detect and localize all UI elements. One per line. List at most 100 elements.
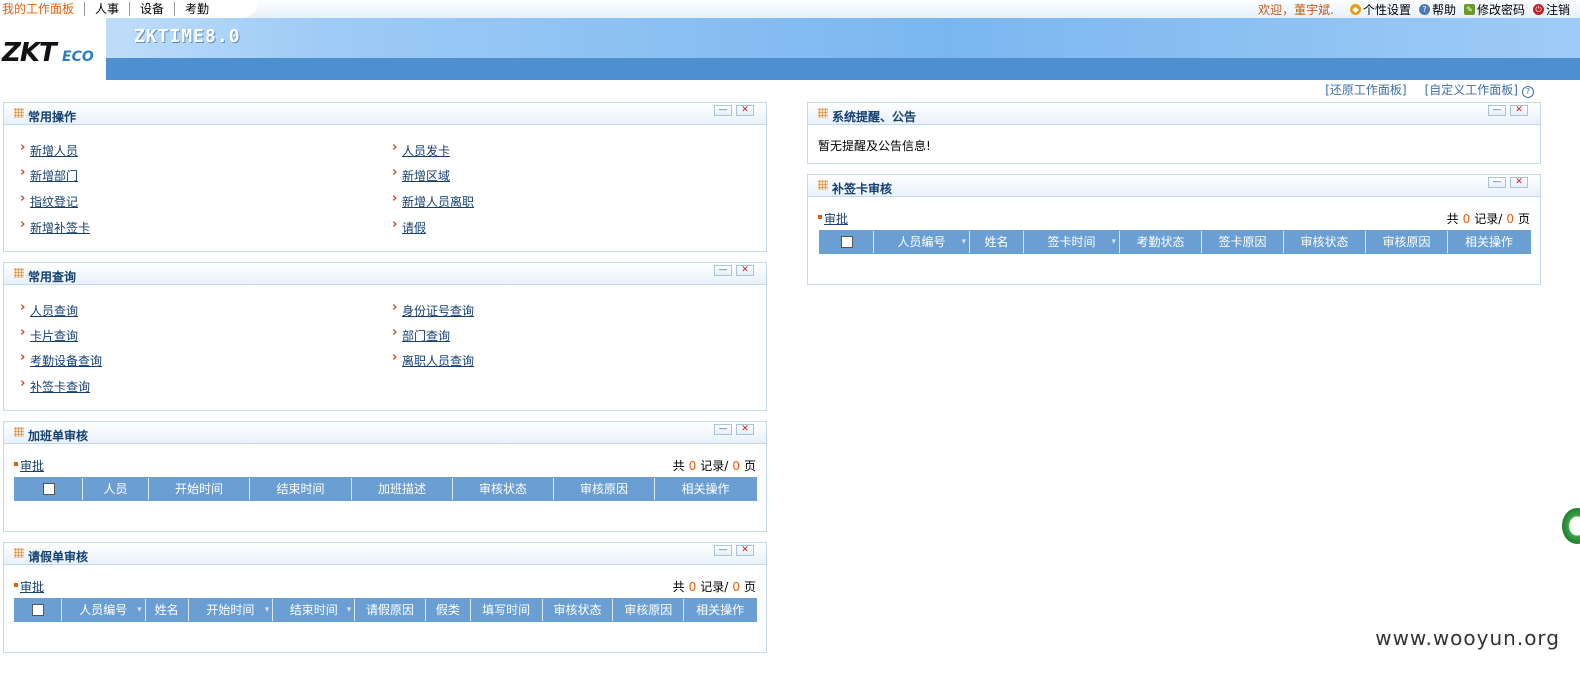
box-header: 补签卡审核 — ✕ [808,175,1540,197]
help-link[interactable]: ? 帮助 [1418,1,1456,18]
close-icon[interactable]: ✕ [1510,177,1528,188]
close-icon[interactable]: ✕ [736,424,754,435]
col-name[interactable]: 姓名 [146,599,189,621]
link-add-area[interactable]: 新增区域 [392,165,450,184]
box-header: 加班单审核 — ✕ [4,422,766,444]
user-bar: 欢迎，董宇斌. ◆ 个性设置 ? 帮助 ✎ 修改密码 ⏻ 注销 [1258,1,1570,18]
approve-link[interactable]: 审批 [14,457,44,474]
link-fingerprint-register[interactable]: 指纹登记 [20,191,78,210]
close-icon[interactable]: ✕ [736,545,754,556]
link-person-query[interactable]: 人员查询 [20,300,78,319]
close-icon[interactable]: ✕ [736,105,754,116]
floating-widget[interactable] [1562,508,1580,544]
overtime-review-box: 加班单审核 — ✕ 审批 共 0 记录/0 页 人员 开始时间 结束时间 加班描述 审… [3,421,767,532]
link-card-query[interactable]: 卡片查询 [20,325,78,344]
col-leave-reason[interactable]: 请假原因 [355,599,426,621]
col-leave-type[interactable]: 假类 [426,599,471,621]
common-queries-box: 常用查询 — ✕ 人员查询 卡片查询 考勤设备查询 补签卡查询 身份证号查询 部… [3,262,767,411]
notice-text: 暂无提醒及公告信息! [818,139,931,153]
select-all-checkbox[interactable] [31,603,44,616]
change-password-link[interactable]: ✎ 修改密码 [1463,1,1525,18]
col-start-time[interactable]: 开始时间 [149,478,250,500]
col-actions[interactable]: 相关操作 [684,599,756,621]
col-person-no[interactable]: 人员编号 [62,599,146,621]
link-add-person[interactable]: 新增人员 [20,140,78,159]
minimize-icon[interactable]: — [714,545,732,556]
select-all-cell [820,231,874,253]
key-icon: ◆ [1349,4,1361,15]
help-icon[interactable]: ? [1522,86,1534,98]
col-review-reason[interactable]: 审核原因 [613,599,685,621]
col-start-time[interactable]: 开始时间 [189,599,274,621]
box-title: 系统提醒、公告 [832,110,917,124]
logo: ZKT [2,38,57,68]
logout-icon: ⏻ [1532,4,1544,15]
minimize-icon[interactable]: — [714,105,732,116]
link-resigned-query[interactable]: 离职人员查询 [392,350,474,369]
panel-links: [还原工作面板] [自定义工作面板]? [1325,81,1534,98]
logo-sub: ECO [62,49,94,65]
welcome-text: 欢迎，董宇斌. [1258,3,1334,17]
col-fill-time[interactable]: 填写时间 [471,599,543,621]
approve-link[interactable]: 审批 [14,578,44,595]
close-icon[interactable]: ✕ [1510,105,1528,116]
menu-my-panel[interactable]: 我的工作面板 [0,2,86,16]
col-review-status[interactable]: 审核状态 [1284,231,1366,253]
select-all-checkbox[interactable] [42,482,55,495]
col-attendance-status[interactable]: 考勤状态 [1120,231,1202,253]
link-device-query[interactable]: 考勤设备查询 [20,350,102,369]
select-all-cell [15,478,83,500]
col-end-time[interactable]: 结束时间 [250,478,352,500]
col-actions[interactable]: 相关操作 [655,478,756,500]
col-end-time[interactable]: 结束时间 [273,599,356,621]
link-issue-card[interactable]: 人员发卡 [392,140,450,159]
minimize-icon[interactable]: — [1488,105,1506,116]
close-icon[interactable]: ✕ [736,265,754,276]
menu-attendance[interactable]: 考勤 [175,2,219,16]
box-title: 常用查询 [28,270,77,284]
col-actions[interactable]: 相关操作 [1448,231,1530,253]
grip-icon [14,548,24,558]
resign-card-review-box: 补签卡审核 — ✕ 审批 共0记录/0页 人员编号 姓名 签卡时间 考勤状态 签… [807,174,1541,285]
logout-link[interactable]: ⏻ 注销 [1532,1,1570,18]
col-sign-reason[interactable]: 签卡原因 [1202,231,1284,253]
pager-info: 共 0 记录/0 页 [1446,212,1530,226]
approve-link[interactable]: 审批 [818,210,848,227]
link-add-department[interactable]: 新增部门 [20,165,78,184]
col-review-reason[interactable]: 审核原因 [1366,231,1448,253]
restore-panel-link[interactable]: [还原工作面板] [1325,81,1406,98]
col-person-no[interactable]: 人员编号 [874,231,970,253]
link-resign-card-query[interactable]: 补签卡查询 [20,376,90,395]
col-review-status[interactable]: 审核状态 [543,599,614,621]
col-sign-time[interactable]: 签卡时间 [1024,231,1120,253]
product-name: ZKTIME8.0 [134,26,241,47]
link-leave[interactable]: 请假 [392,217,426,236]
app-header: 我的工作面板 人事 设备 考勤 ZKT ECO ZKTIME8.0 欢迎，董宇斌… [0,0,1580,92]
link-add-resignation[interactable]: 新增人员离职 [392,191,474,210]
leave-grid-header: 人员编号 姓名 开始时间 结束时间 请假原因 假类 填写时间 审核状态 审核原因… [14,598,757,622]
pager-info: 共 0 记录/0 页 [672,580,756,594]
menu-personnel[interactable]: 人事 [85,2,131,16]
common-operations-box: 常用操作 — ✕ 新增人员 新增部门 指纹登记 新增补签卡 人员发卡 新增区域 … [3,102,767,252]
resign-grid-header: 人员编号 姓名 签卡时间 考勤状态 签卡原因 审核状态 审核原因 相关操作 [819,230,1531,254]
menu-device[interactable]: 设备 [130,2,176,16]
custom-panel-link[interactable]: [自定义工作面板]? [1425,81,1534,98]
minimize-icon[interactable]: — [1488,177,1506,188]
select-all-checkbox[interactable] [840,235,853,248]
minimize-icon[interactable]: — [714,424,732,435]
grip-icon [818,180,828,190]
col-review-reason[interactable]: 审核原因 [554,478,655,500]
link-department-query[interactable]: 部门查询 [392,325,450,344]
link-add-resign-card[interactable]: 新增补签卡 [20,217,90,236]
col-review-status[interactable]: 审核状态 [453,478,554,500]
col-person[interactable]: 人员 [83,478,149,500]
box-header: 常用操作 — ✕ [4,103,766,125]
minimize-icon[interactable]: — [714,265,732,276]
main-menu: 我的工作面板 人事 设备 考勤 [0,0,260,18]
col-name[interactable]: 姓名 [970,231,1024,253]
help-icon: ? [1418,4,1430,15]
personal-settings-link[interactable]: ◆ 个性设置 [1349,1,1411,18]
box-title: 常用操作 [28,110,77,124]
col-overtime-desc[interactable]: 加班描述 [352,478,453,500]
link-id-number-query[interactable]: 身份证号查询 [392,300,474,319]
